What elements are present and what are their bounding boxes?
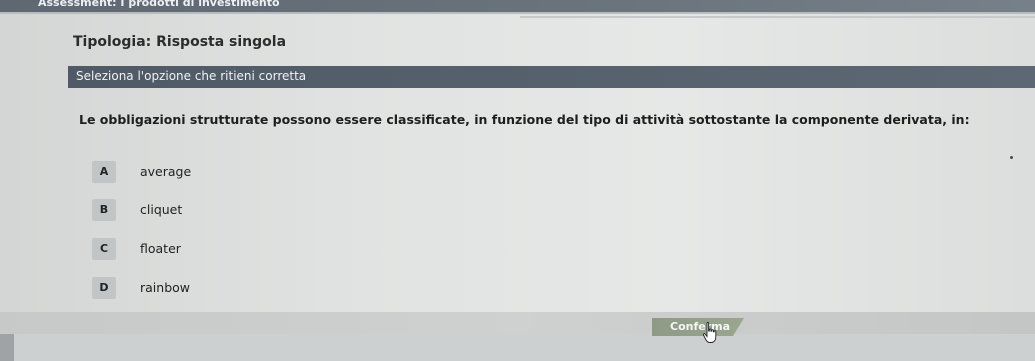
top-bar: Assessment: I prodotti di investimento — [0, 0, 1035, 12]
hand-pointer-icon — [702, 322, 717, 343]
footer-left-strip — [0, 334, 14, 361]
header-rule — [520, 16, 1035, 18]
instruction-bar: Seleziona l'opzione che ritieni corretta — [68, 66, 1035, 88]
option-text: rainbow — [140, 280, 190, 295]
instruction-text: Seleziona l'opzione che ritieni corretta — [76, 69, 307, 83]
question-text: Le obbligazioni strutturate possono esse… — [79, 112, 970, 127]
top-divider — [0, 12, 1035, 14]
option-b[interactable]: B cliquet — [92, 199, 292, 221]
option-text: cliquet — [140, 202, 183, 217]
option-c[interactable]: C floater — [92, 238, 292, 260]
confirm-button[interactable]: Conferma — [652, 318, 744, 336]
option-letter: D — [92, 277, 116, 299]
footer-band-lower — [0, 334, 1035, 361]
option-text: floater — [140, 241, 181, 256]
confirm-button-label: Conferma — [670, 320, 731, 333]
assessment-title: Assessment: I prodotti di investimento — [38, 0, 280, 9]
option-d[interactable]: D rainbow — [92, 277, 292, 299]
option-a[interactable]: A average — [92, 161, 292, 183]
footer-band — [0, 312, 1035, 334]
option-letter: C — [92, 238, 116, 260]
question-type: Tipologia: Risposta singola — [73, 34, 287, 50]
option-letter: B — [92, 199, 116, 221]
option-text: average — [140, 164, 192, 179]
option-letter: A — [92, 161, 116, 183]
stray-dot — [1010, 156, 1013, 159]
